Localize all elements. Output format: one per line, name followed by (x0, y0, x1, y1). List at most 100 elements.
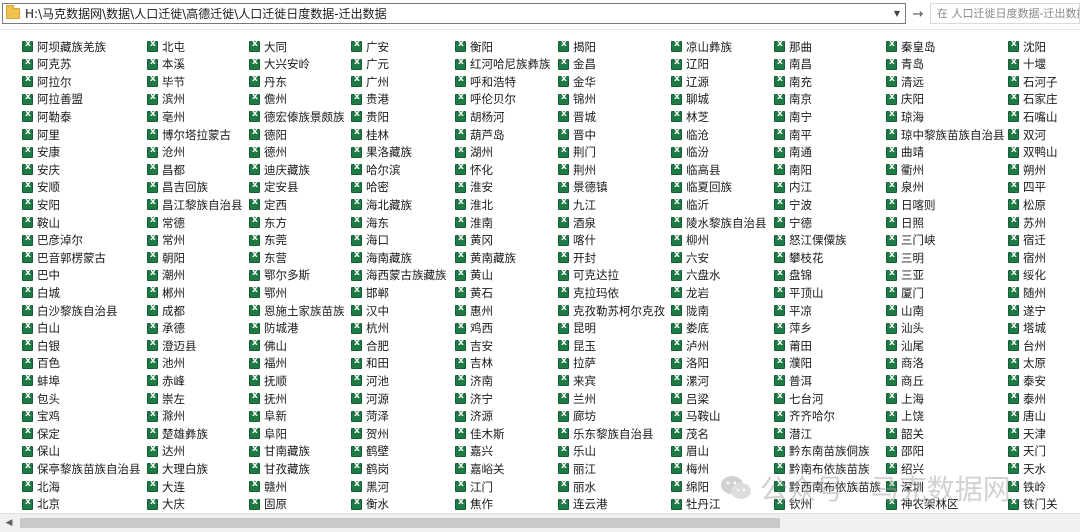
file-item[interactable]: 北京 (22, 496, 60, 512)
file-item[interactable]: 清远 (886, 73, 924, 90)
file-item[interactable]: 崇左 (147, 390, 185, 407)
file-item[interactable]: 大同 (249, 38, 287, 55)
horizontal-scrollbar[interactable]: ◀ (0, 513, 1080, 532)
file-item[interactable]: 东莞 (249, 232, 287, 249)
file-item[interactable]: 金华 (558, 73, 596, 90)
file-item[interactable]: 安阳 (22, 196, 60, 213)
file-item[interactable]: 赤峰 (147, 372, 185, 389)
file-item[interactable]: 南京 (774, 91, 812, 108)
file-item[interactable]: 临高县 (671, 161, 721, 178)
file-item[interactable]: 合肥 (351, 337, 389, 354)
file-item[interactable]: 石家庄 (1008, 91, 1058, 108)
file-item[interactable]: 南通 (774, 144, 812, 161)
file-item[interactable]: 惠州 (455, 302, 493, 319)
file-item[interactable]: 贵阳 (351, 108, 389, 125)
file-item[interactable]: 本溪 (147, 56, 185, 73)
file-item[interactable]: 定安县 (249, 179, 299, 196)
file-item[interactable]: 青岛 (886, 56, 924, 73)
file-item[interactable]: 杭州 (351, 320, 389, 337)
search-input[interactable]: 在 人口迁徙日度数据-迁出数据 中搜索 (930, 3, 1080, 24)
file-item[interactable]: 鸡西 (455, 320, 493, 337)
file-item[interactable]: 海南藏族 (351, 249, 412, 266)
file-item[interactable]: 酒泉 (558, 214, 596, 231)
file-item[interactable]: 佳木斯 (455, 425, 505, 442)
file-item[interactable]: 马鞍山 (671, 408, 721, 425)
file-item[interactable]: 鄂尔多斯 (249, 267, 310, 284)
file-item[interactable]: 昆玉 (558, 337, 596, 354)
file-item[interactable]: 克拉玛依 (558, 284, 619, 301)
file-item[interactable]: 葫芦岛 (455, 126, 505, 143)
file-item[interactable]: 黔南布依族苗族 (774, 460, 870, 477)
file-item[interactable]: 泰安 (1008, 372, 1046, 389)
file-item[interactable]: 阿拉尔 (22, 73, 72, 90)
file-item[interactable]: 龙岩 (671, 284, 709, 301)
file-item[interactable]: 朝阳 (147, 249, 185, 266)
file-item[interactable]: 莆田 (774, 337, 812, 354)
scroll-left-arrow-icon[interactable]: ◀ (2, 516, 16, 530)
file-item[interactable]: 河池 (351, 372, 389, 389)
file-item[interactable]: 衡阳 (455, 38, 493, 55)
file-item[interactable]: 南阳 (774, 161, 812, 178)
file-item[interactable]: 湖州 (455, 144, 493, 161)
file-item[interactable]: 泰州 (1008, 390, 1046, 407)
file-item[interactable]: 阜新 (249, 408, 287, 425)
file-item[interactable]: 大兴安岭 (249, 56, 310, 73)
file-item[interactable]: 丽水 (558, 478, 596, 495)
file-item[interactable]: 宁德 (774, 214, 812, 231)
file-item[interactable]: 漯河 (671, 372, 709, 389)
file-item[interactable]: 抚州 (249, 390, 287, 407)
file-item[interactable]: 淮安 (455, 179, 493, 196)
file-item[interactable]: 三明 (886, 249, 924, 266)
file-item[interactable]: 琼中黎族苗族自治县 (886, 126, 1005, 143)
file-item[interactable]: 普洱 (774, 372, 812, 389)
file-item[interactable]: 东营 (249, 249, 287, 266)
file-item[interactable]: 廊坊 (558, 408, 596, 425)
file-item[interactable]: 吉林 (455, 355, 493, 372)
file-item[interactable]: 德阳 (249, 126, 287, 143)
file-item[interactable]: 常德 (147, 214, 185, 231)
file-item[interactable]: 济源 (455, 408, 493, 425)
file-item[interactable]: 茂名 (671, 425, 709, 442)
file-item[interactable]: 上海 (886, 390, 924, 407)
file-item[interactable]: 晋中 (558, 126, 596, 143)
file-item[interactable]: 可克达拉 (558, 267, 619, 284)
file-item[interactable]: 盘锦 (774, 267, 812, 284)
file-item[interactable]: 黔西南布依族苗族 (774, 478, 881, 495)
file-item[interactable]: 博尔塔拉蒙古 (147, 126, 231, 143)
file-item[interactable]: 沈阳 (1008, 38, 1046, 55)
file-item[interactable]: 菏泽 (351, 408, 389, 425)
file-item[interactable]: 苏州 (1008, 214, 1046, 231)
file-item[interactable]: 曲靖 (886, 144, 924, 161)
file-item[interactable]: 兰州 (558, 390, 596, 407)
file-item[interactable]: 佛山 (249, 337, 287, 354)
file-item[interactable]: 保山 (22, 443, 60, 460)
file-item[interactable]: 宿州 (1008, 249, 1046, 266)
chevron-down-icon[interactable]: ▼ (889, 4, 905, 23)
file-item[interactable]: 贺州 (351, 425, 389, 442)
file-item[interactable]: 濮阳 (774, 355, 812, 372)
file-item[interactable]: 达州 (147, 443, 185, 460)
file-item[interactable]: 九江 (558, 196, 596, 213)
file-item[interactable]: 抚顺 (249, 372, 287, 389)
file-item[interactable]: 汕尾 (886, 337, 924, 354)
file-item[interactable]: 泸州 (671, 337, 709, 354)
file-item[interactable]: 白沙黎族自治县 (22, 302, 118, 319)
file-item[interactable]: 齐齐哈尔 (774, 408, 835, 425)
file-item[interactable]: 德州 (249, 144, 287, 161)
file-item[interactable]: 陇南 (671, 302, 709, 319)
file-item[interactable]: 琼海 (886, 108, 924, 125)
file-item[interactable]: 唐山 (1008, 408, 1046, 425)
file-item[interactable]: 天水 (1008, 460, 1046, 477)
file-item[interactable]: 定西 (249, 196, 287, 213)
file-item[interactable]: 济南 (455, 372, 493, 389)
file-item[interactable]: 嘉兴 (455, 443, 493, 460)
file-item[interactable]: 林芝 (671, 108, 709, 125)
file-item[interactable]: 滨州 (147, 91, 185, 108)
file-item[interactable]: 果洛藏族 (351, 144, 412, 161)
file-item[interactable]: 黄山 (455, 267, 493, 284)
file-item[interactable]: 六安 (671, 249, 709, 266)
file-item[interactable]: 滁州 (147, 408, 185, 425)
file-item[interactable]: 双鸭山 (1008, 144, 1058, 161)
file-item[interactable]: 江门 (455, 478, 493, 495)
file-item[interactable]: 固原 (249, 496, 287, 512)
